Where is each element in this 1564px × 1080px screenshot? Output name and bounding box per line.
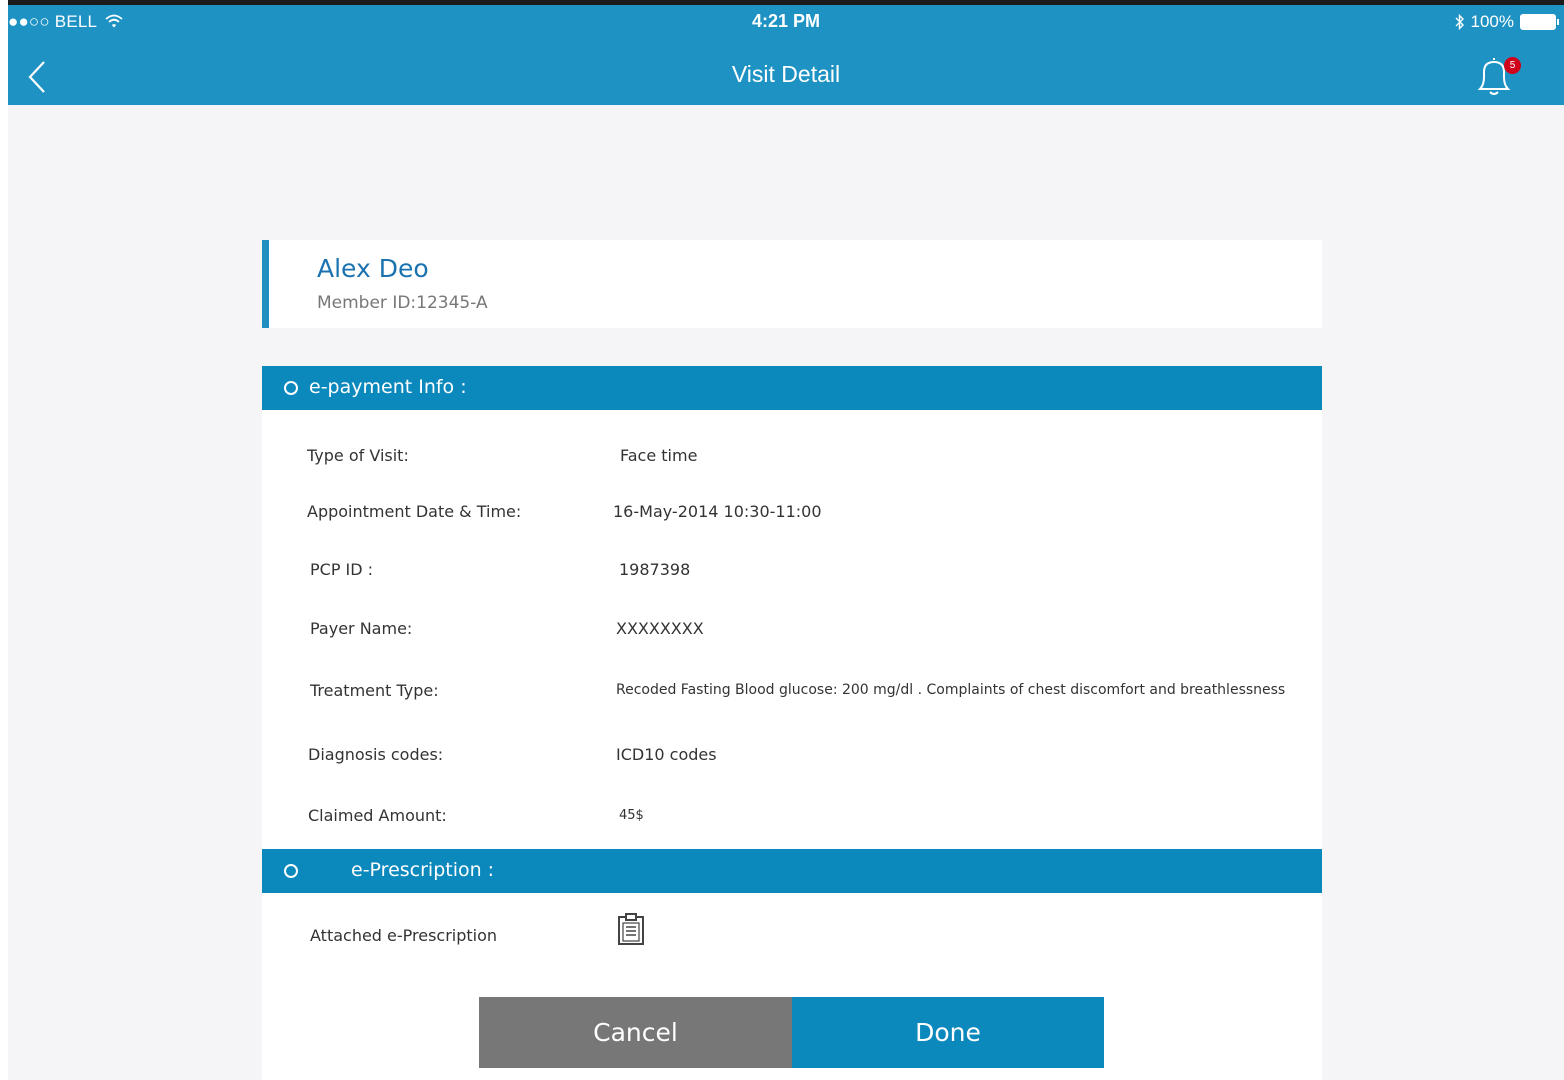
payment-section-header: e-payment Info : [262, 366, 1322, 410]
notifications-button[interactable]: 5 [1474, 55, 1522, 101]
pcp-id-value: 1987398 [619, 560, 691, 579]
claimed-amount-label: Claimed Amount: [308, 806, 447, 825]
member-id: Member ID:12345-A [317, 293, 488, 313]
status-battery: 100% [1455, 12, 1559, 32]
member-card-accent [262, 240, 269, 328]
appointment-value: 16-May-2014 10:30-11:00 [613, 502, 822, 521]
circle-icon [284, 864, 298, 878]
treatment-type-label: Treatment Type: [310, 681, 439, 700]
battery-icon [1520, 14, 1559, 30]
cancel-button[interactable]: Cancel [479, 997, 792, 1068]
clipboard-icon[interactable] [617, 913, 645, 945]
attached-prescription-label: Attached e-Prescription [310, 926, 498, 945]
member-name: Alex Deo [317, 254, 429, 283]
treatment-type-value: Recoded Fasting Blood glucose: 200 mg/dl… [616, 682, 1286, 698]
page-title: Visit Detail [731, 61, 841, 87]
claimed-amount-value: 45$ [619, 808, 644, 823]
payment-details: Type of Visit: Face time Appointment Dat… [262, 410, 1322, 849]
circle-icon [284, 381, 298, 395]
prescription-section-header: e-Prescription : [262, 849, 1322, 893]
diagnosis-codes-label: Diagnosis codes: [308, 745, 444, 764]
notification-badge: 5 [1504, 57, 1521, 74]
done-button[interactable]: Done [792, 997, 1104, 1068]
diagnosis-codes-value: ICD10 codes [616, 745, 717, 764]
battery-percent: 100% [1470, 12, 1514, 31]
left-gutter [0, 0, 8, 1080]
payer-name-value: XXXXXXXX [616, 619, 704, 638]
type-of-visit-value: Face time [620, 446, 698, 465]
app-header: ●●○○ BELL 4:21 PM 100% Visit Detail 5 [8, 5, 1564, 105]
pcp-id-label: PCP ID : [310, 560, 374, 579]
appointment-label: Appointment Date & Time: [307, 502, 522, 521]
status-time: 4:21 PM [751, 11, 821, 31]
payment-section-title: e-payment Info : [309, 376, 467, 398]
member-card: Alex Deo Member ID:12345-A [262, 240, 1322, 328]
bluetooth-icon [1455, 14, 1464, 30]
payer-name-label: Payer Name: [310, 619, 413, 638]
type-of-visit-label: Type of Visit: [307, 446, 409, 465]
prescription-section-title: e-Prescription : [351, 859, 495, 881]
